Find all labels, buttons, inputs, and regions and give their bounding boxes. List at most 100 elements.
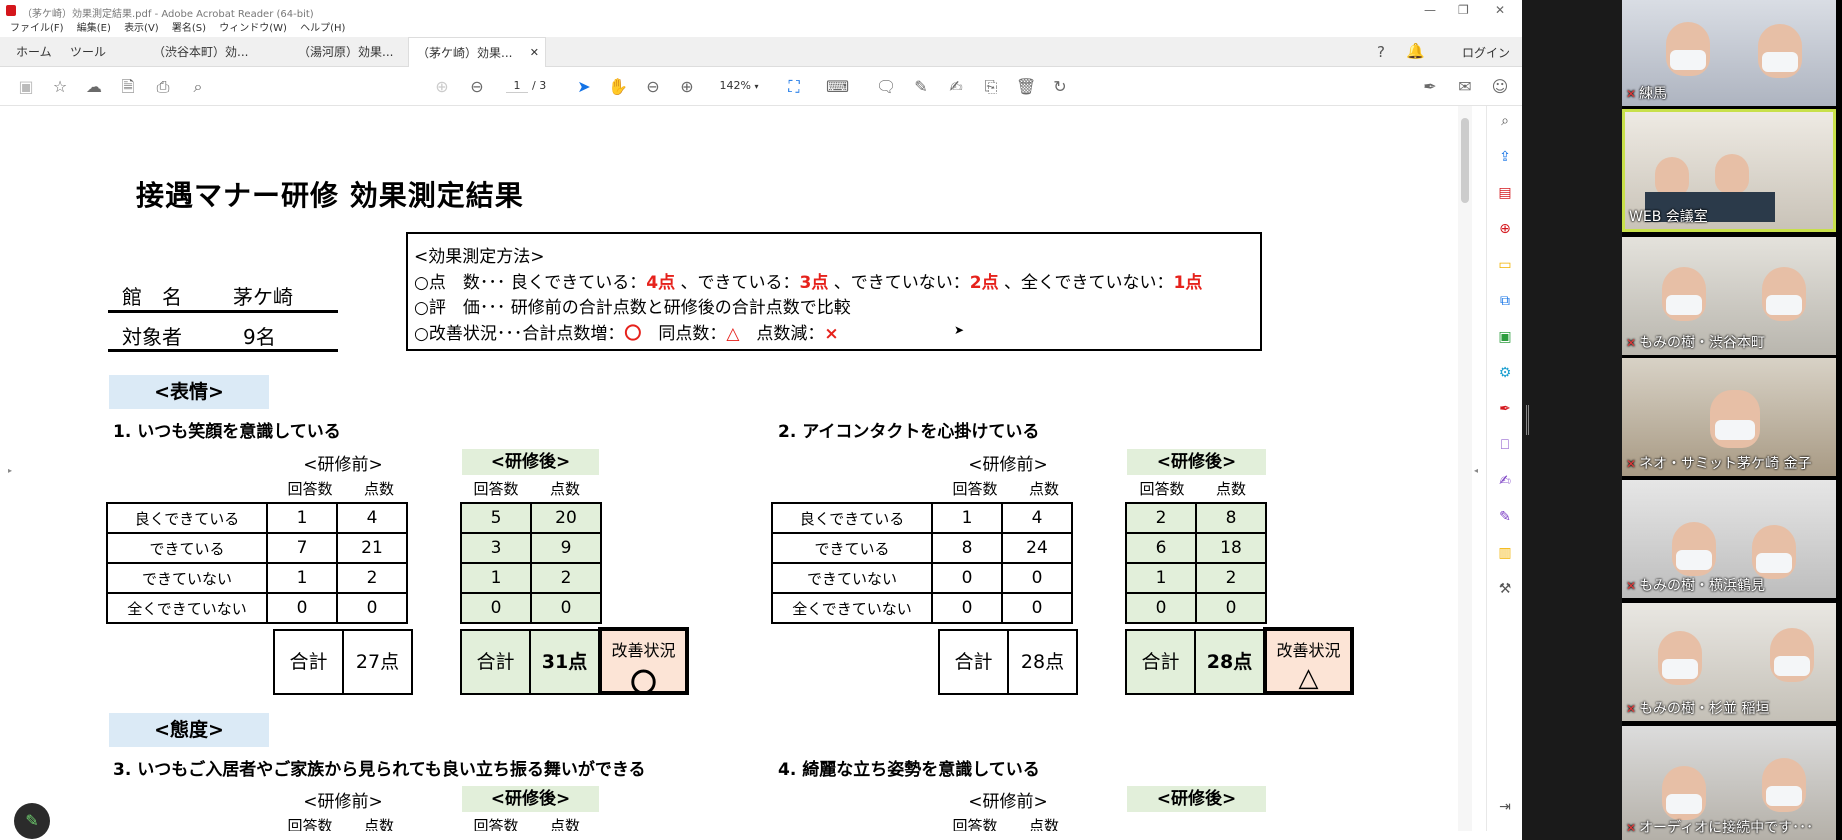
participant-tile[interactable]: ✕ もみの樹・杉並 稲垣 [1622,603,1836,721]
q2-after-total-label: 合計 [1125,629,1196,695]
scrollbar-thumb[interactable] [1461,118,1469,203]
combine-files-icon[interactable]: ⧉ [1496,292,1514,310]
collapse-pane-icon[interactable]: ⇥ [1496,798,1514,816]
rotate-icon[interactable]: ↻ [1050,77,1070,97]
face-mask [1715,420,1755,440]
q4-before-answers-header: 回答数 [952,817,998,831]
menu-window[interactable]: ウィンドウ(W) [219,19,287,34]
zoom-in-icon[interactable]: ⊕ [677,77,697,97]
more-tools-icon[interactable]: ⚒ [1496,580,1514,598]
tab-home[interactable]: ホーム [8,37,60,67]
q1-before-points-1: 21 [336,532,408,564]
right-panel-toggle-icon[interactable]: ◂ [1474,466,1478,475]
fit-page-icon[interactable]: ⛶ [784,77,804,97]
select-cursor-icon[interactable]: ➤ [574,77,594,97]
delete-trash-icon[interactable]: 🗑 [1016,77,1036,97]
facility-label: 館 名 [122,285,182,309]
row-label: 良くできている [771,502,933,534]
q2-before-answers-header: 回答数 [952,480,998,498]
q2-improvement-box: 改善状況 △ [1263,627,1354,695]
comment-tool-icon[interactable]: ▭ [1496,256,1514,274]
close-icon[interactable]: ✕ [1495,3,1505,17]
person-face [1715,154,1749,194]
page-number-input[interactable]: 1 [506,79,528,93]
menu-file[interactable]: ファイル(F) [10,19,64,34]
notification-bell-icon[interactable]: 🔔 [1406,42,1425,60]
keyboard-scroll-icon[interactable]: ⌨ [826,77,849,97]
table-row: 良くできている 1 4 [771,502,1073,534]
splitter-handle[interactable] [1526,405,1529,435]
create-pdf-icon[interactable]: ⊕ [1496,220,1514,238]
login-button[interactable]: ログイン [1462,44,1510,61]
participant-tile[interactable]: ✕ 練馬 [1622,0,1836,106]
send-for-review-icon[interactable]: ✎ [1496,508,1514,526]
q2-after-answers-0: 2 [1125,502,1197,534]
zoom-out-icon[interactable]: ⊖ [643,77,663,97]
edit-pdf-icon[interactable]: ▣ [1496,328,1514,346]
fill-sign-icon[interactable]: ✒ [1420,77,1440,97]
minimize-icon[interactable]: — [1424,3,1436,17]
table-row: 28 [1125,502,1267,534]
method-score-1: 1点 [1173,273,1203,293]
page-up-icon[interactable]: ⊕ [432,77,452,97]
q1-after-answers-header: 回答数 [473,480,519,498]
q1-before-answers-header: 回答数 [287,480,333,498]
q1-after-answers-1: 3 [460,532,532,564]
zoom-pane-icon[interactable]: ⌕ [1496,112,1514,130]
zoom-level-select[interactable]: 142% ▾ [716,79,762,92]
q1-after-label: <研修後> [462,449,599,475]
print-icon[interactable]: ⎙ [153,77,173,97]
tab-tools[interactable]: ツール [62,37,114,67]
q3-after-answers-header: 回答数 [473,817,519,831]
scan-ocr-icon[interactable]: ⚙ [1496,364,1514,382]
table-row: できていない 1 2 [106,562,408,594]
page-down-icon[interactable]: ⊖ [467,77,487,97]
upload-cloud-icon[interactable]: ☁ [84,77,104,97]
protect-icon[interactable]: ⎕ [1496,436,1514,454]
fill-and-sign-icon[interactable]: ✒ [1496,400,1514,418]
participant-name: ✕ もみの樹・横浜鶴見 [1626,575,1765,595]
edit-pencil-icon[interactable]: ✎ [14,803,50,839]
menu-view[interactable]: 表示(V) [124,19,159,34]
method-improvement-prefix: ○改善状況･･･合計点数増： [414,324,625,344]
zoom-search-icon[interactable]: ⌕ [188,77,208,97]
participant-tile-active[interactable]: WEB 会議室 [1622,109,1836,232]
participant-tile[interactable]: ✕ ネオ・サミット茅ケ崎 金子 [1622,358,1836,476]
participant-tile[interactable]: ✕ オーディオに接続中です･･･ [1622,726,1836,840]
export-pdf-icon[interactable]: ⇪ [1496,148,1514,166]
vertical-scrollbar[interactable] [1458,106,1472,831]
menu-sign[interactable]: 署名(S) [172,19,206,34]
file-share-icon[interactable]: 🗎 [118,77,138,97]
help-icon[interactable]: ? [1377,43,1385,61]
tools-side-panel: ⌕ ⇪ ▤ ⊕ ▭ ⧉ ▣ ⚙ ✒ ⎕ ✍ ✎ ▥ ⚒ ⇥ [1486,106,1522,831]
participant-tile[interactable]: ✕ もみの樹・渋谷本町 [1622,237,1836,355]
participant-name-text: WEB 会議室 [1629,209,1708,225]
draw-icon[interactable]: ✍ [946,77,966,97]
menu-bar: ファイル(F) 編集(E) 表示(V) 署名(S) ウィンドウ(W) ヘルプ(H… [0,19,345,36]
request-signature-icon[interactable]: ✍ [1496,472,1514,490]
section-heading-expression: <表情> [109,375,269,409]
pdf-page: 接遇マナー研修 効果測定結果 館 名 茅ケ崎 対象者 9名 <効果測定方法> ○… [8,106,1458,831]
menu-help[interactable]: ヘルプ(H) [300,19,345,34]
highlight-pen-icon[interactable]: ✎ [911,77,931,97]
muted-mic-icon: ✕ [1626,821,1637,835]
q1-before-table: 良くできている 1 4 できている 7 21 できていない 1 2 全くできていない 0 0 [106,502,408,624]
restore-icon[interactable]: ❐ [1458,3,1469,17]
bookmark-star-icon[interactable]: ☆ [50,77,70,97]
hand-tool-icon[interactable]: ✋ [608,77,628,97]
participant-tile[interactable]: ✕ もみの樹・横浜鶴見 [1622,480,1836,598]
tab-doc-yugawara[interactable]: （湯河原）効果... [290,37,410,67]
stamp-icon[interactable]: ⎘ [981,77,1001,97]
account-icon[interactable]: ☺ [1490,77,1510,97]
comment-icon[interactable]: 🗨 [876,77,896,97]
tab-doc-shibuya[interactable]: （渋谷本町）効... [145,37,265,67]
left-panel-toggle-icon[interactable]: ▸ [8,466,12,475]
tab-doc-chigasaki[interactable]: （茅ケ崎）効果... ✕ [408,37,546,67]
save-icon[interactable]: ▣ [16,77,36,97]
menu-edit[interactable]: 編集(E) [77,19,111,34]
measure-icon[interactable]: ▥ [1496,544,1514,562]
email-icon[interactable]: ✉ [1455,77,1475,97]
target-label: 対象者 [122,325,182,349]
organize-pages-icon[interactable]: ▤ [1496,184,1514,202]
tab-close-icon[interactable]: ✕ [530,38,539,68]
